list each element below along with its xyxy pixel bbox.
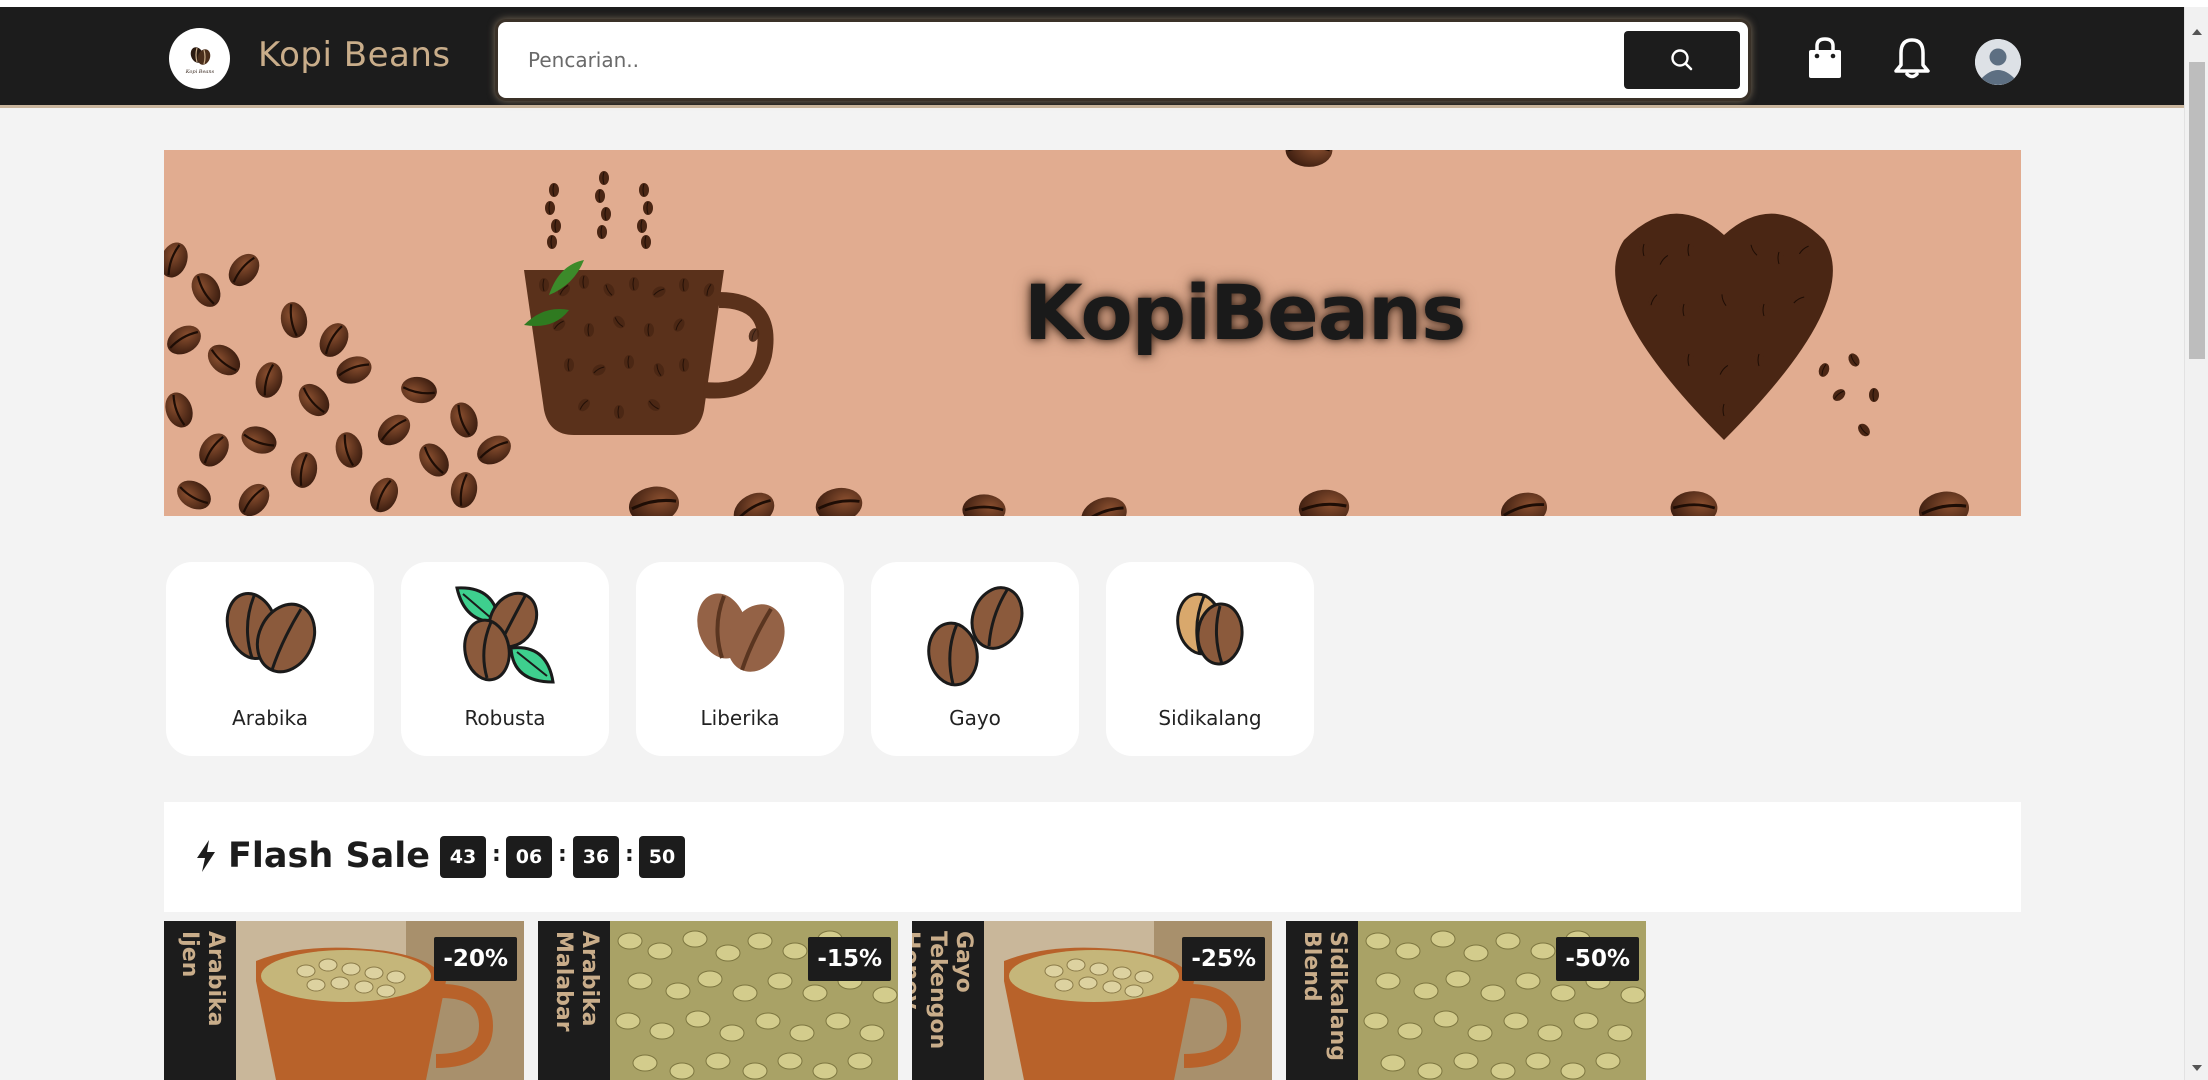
product-card[interactable]: Arabika Malabar -15% — [538, 921, 898, 1080]
category-arabika[interactable]: Arabika — [166, 562, 374, 756]
shopping-bag-icon — [1809, 37, 1841, 78]
product-card[interactable]: Arabika Ijen -20% — [164, 921, 524, 1080]
coffee-beans-icon — [1176, 592, 1244, 666]
discount-badge: -50% — [1556, 937, 1639, 981]
cart-button[interactable] — [1802, 35, 1848, 81]
timer-separator: : — [492, 842, 501, 867]
page-scrollbar[interactable] — [2184, 7, 2208, 1080]
search-bar — [498, 22, 1748, 98]
category-label: Sidikalang — [1158, 706, 1262, 730]
category-label: Arabika — [232, 706, 308, 730]
logo[interactable]: Kopi Beans — [169, 28, 230, 89]
hero-banner[interactable]: KopiBeans — [164, 150, 2021, 516]
scroll-up-arrow-icon[interactable] — [2192, 29, 2202, 35]
coffee-beans-icon — [927, 586, 1024, 687]
search-input[interactable] — [498, 22, 1618, 98]
category-sidikalang[interactable]: Sidikalang — [1106, 562, 1314, 756]
navbar: Kopi Beans Kopi Beans — [0, 7, 2184, 108]
timer-frames: 50 — [639, 836, 685, 878]
coffee-beans-leaves-icon — [455, 586, 555, 684]
category-liberika[interactable]: Liberika — [636, 562, 844, 756]
timer-separator: : — [558, 842, 567, 867]
product-card[interactable]: Sidikalang Blend -50% — [1286, 921, 1646, 1080]
category-label: Liberika — [700, 706, 780, 730]
coffee-beans-icon — [225, 592, 317, 674]
notifications-button[interactable] — [1889, 35, 1935, 81]
flash-sale-title: Flash Sale — [228, 836, 431, 876]
product-name: Arabika Malabar — [550, 931, 602, 1032]
bell-icon — [1894, 38, 1930, 79]
product-name: Gayo Tekengon Honey — [912, 931, 976, 1050]
category-gayo[interactable]: Gayo — [871, 562, 1079, 756]
banner-title: KopiBeans — [1024, 268, 1466, 357]
user-avatar-icon — [1975, 39, 2021, 85]
category-label: Gayo — [949, 706, 1001, 730]
timer-hours: 43 — [440, 836, 486, 878]
timer-seconds: 36 — [573, 836, 619, 878]
coffee-beans-icon — [697, 593, 785, 672]
avatar[interactable] — [1975, 39, 2021, 85]
browser-top-strip — [0, 0, 2208, 7]
discount-badge: -25% — [1182, 937, 1265, 981]
kopi-beans-logo-icon: Kopi Beans — [184, 46, 214, 75]
discount-badge: -20% — [434, 937, 517, 981]
brand-name[interactable]: Kopi Beans — [258, 35, 451, 75]
svg-text:Kopi Beans: Kopi Beans — [184, 69, 214, 75]
category-robusta[interactable]: Robusta — [401, 562, 609, 756]
category-label: Robusta — [464, 706, 546, 730]
search-icon — [1671, 49, 1693, 71]
timer-minutes: 06 — [506, 836, 552, 878]
lightning-icon — [197, 840, 215, 872]
product-card[interactable]: Gayo Tekengon Honey -25% — [912, 921, 1272, 1080]
scroll-down-arrow-icon[interactable] — [2192, 1065, 2202, 1071]
flash-sale-header: Flash Sale 43 : 06 : 36 : 50 — [164, 802, 2021, 912]
timer-separator: : — [625, 842, 634, 867]
scroll-thumb[interactable] — [2189, 62, 2205, 359]
search-button[interactable] — [1624, 31, 1740, 89]
discount-badge: -15% — [808, 937, 891, 981]
product-name: Sidikalang Blend — [1298, 931, 1350, 1061]
product-name: Arabika Ijen — [176, 931, 228, 1027]
